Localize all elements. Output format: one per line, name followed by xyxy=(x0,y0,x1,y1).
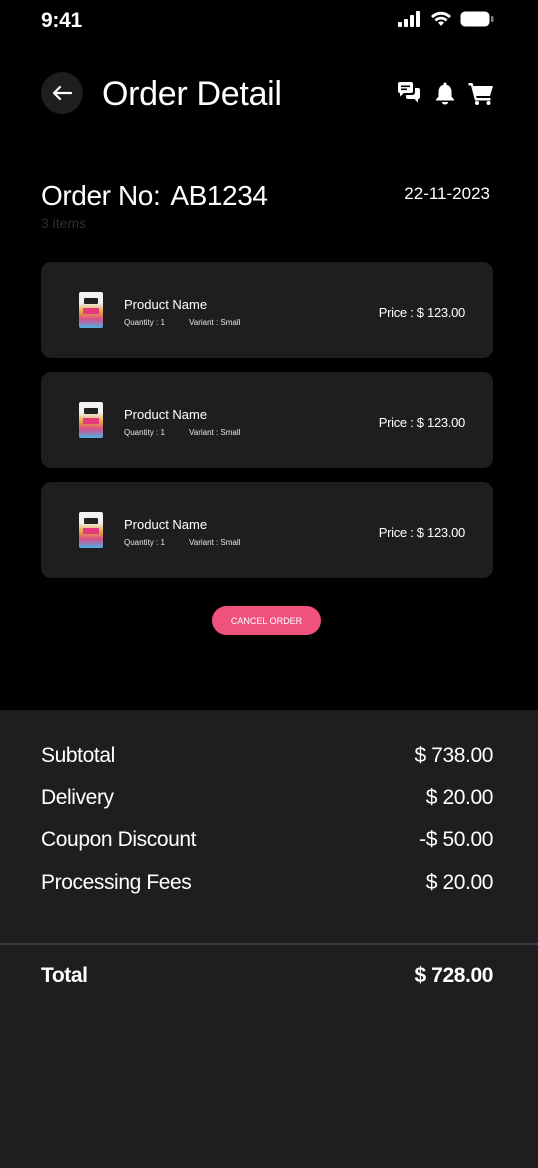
status-icons xyxy=(398,11,494,27)
total-row: Total $ 728.00 xyxy=(41,961,493,991)
order-items-list: Product Name Quantity : 1 Variant : Smal… xyxy=(41,262,493,592)
order-item-card[interactable]: Product Name Quantity : 1 Variant : Smal… xyxy=(41,372,493,468)
cart-icon xyxy=(468,83,493,105)
subtotal-label: Subtotal xyxy=(41,744,115,767)
product-meta: Quantity : 1 Variant : Small xyxy=(124,428,240,437)
processing-fees-row: Processing Fees $ 20.00 xyxy=(41,868,493,898)
order-item-card[interactable]: Product Name Quantity : 1 Variant : Smal… xyxy=(41,262,493,358)
order-info: Order No: AB1234 22-11-2023 3 items xyxy=(41,178,493,231)
total-value: $ 728.00 xyxy=(414,964,493,987)
total-label: Total xyxy=(41,964,88,987)
delivery-row: Delivery $ 20.00 xyxy=(41,783,493,813)
product-price: Price : $ 123.00 xyxy=(378,525,466,540)
delivery-label: Delivery xyxy=(41,786,114,809)
chat-icon xyxy=(398,82,420,103)
coupon-discount-label: Coupon Discount xyxy=(41,828,197,851)
header-actions xyxy=(396,80,494,106)
bell-icon xyxy=(436,82,454,105)
delivery-value: $ 20.00 xyxy=(425,786,494,809)
product-meta: Quantity : 1 Variant : Small xyxy=(124,318,240,327)
header: Order Detail xyxy=(0,72,538,116)
product-name: Product Name xyxy=(124,517,208,532)
product-price: Price : $ 123.00 xyxy=(378,415,466,430)
back-button[interactable] xyxy=(41,72,83,114)
cancel-order-button[interactable]: CANCEL ORDER xyxy=(212,606,321,635)
product-meta: Quantity : 1 Variant : Small xyxy=(124,538,240,547)
product-thumbnail xyxy=(79,402,103,438)
product-variant: Variant : Small xyxy=(189,538,241,547)
page-title: Order Detail xyxy=(102,75,282,113)
product-quantity: Quantity : 1 xyxy=(124,428,165,437)
status-bar: 9:41 xyxy=(0,0,538,44)
product-thumbnail xyxy=(79,292,103,328)
order-summary: Subtotal $ 738.00 Delivery $ 20.00 Coupo… xyxy=(0,710,538,1168)
arrow-left-icon xyxy=(52,85,72,101)
battery-icon xyxy=(460,11,494,27)
product-name: Product Name xyxy=(124,297,208,312)
summary-divider xyxy=(0,943,538,945)
order-date: 22-11-2023 xyxy=(404,184,490,203)
product-variant: Variant : Small xyxy=(189,318,241,327)
product-price: Price : $ 123.00 xyxy=(378,305,466,320)
product-variant: Variant : Small xyxy=(189,428,241,437)
chat-button[interactable] xyxy=(396,80,422,106)
subtotal-value: $ 738.00 xyxy=(414,744,493,767)
item-count: 3 items xyxy=(41,215,87,231)
notifications-button[interactable] xyxy=(432,80,458,106)
signal-icon xyxy=(398,11,420,27)
coupon-discount-value: -$ 50.00 xyxy=(419,828,493,851)
subtotal-row: Subtotal $ 738.00 xyxy=(41,741,493,771)
processing-fees-value: $ 20.00 xyxy=(425,871,494,894)
order-number-label: Order No: xyxy=(41,180,161,211)
cart-button[interactable] xyxy=(468,80,494,106)
wifi-icon xyxy=(431,11,451,26)
order-item-card[interactable]: Product Name Quantity : 1 Variant : Smal… xyxy=(41,482,493,578)
order-number-value: AB1234 xyxy=(170,180,268,211)
product-quantity: Quantity : 1 xyxy=(124,318,165,327)
product-name: Product Name xyxy=(124,407,208,422)
product-thumbnail xyxy=(79,512,103,548)
coupon-discount-row: Coupon Discount -$ 50.00 xyxy=(41,825,493,855)
status-time: 9:41 xyxy=(41,9,82,32)
product-quantity: Quantity : 1 xyxy=(124,538,165,547)
processing-fees-label: Processing Fees xyxy=(41,871,192,894)
